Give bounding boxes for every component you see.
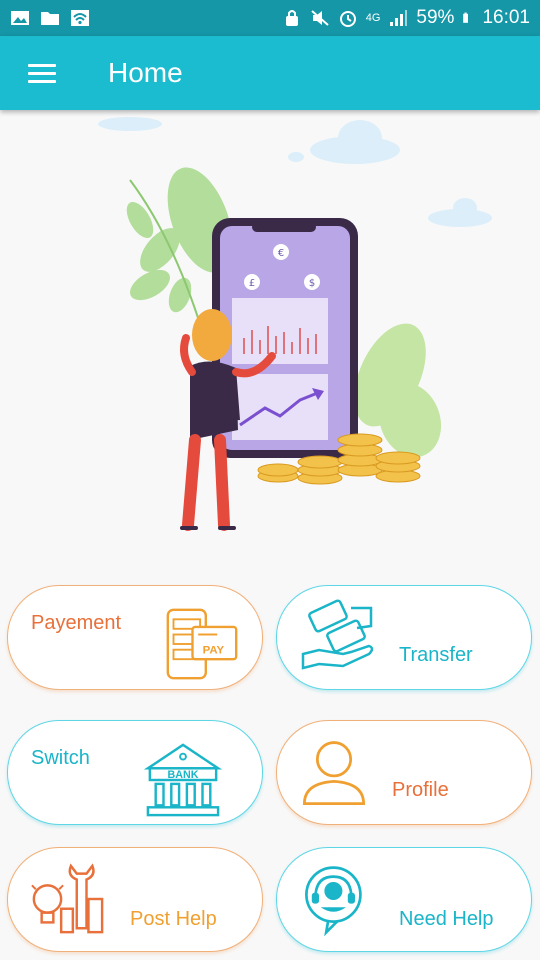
post-help-label: Post Help [130,908,217,930]
switch-label: Switch [31,747,90,769]
clock: 16:01 [482,7,530,28]
page-title: Home [108,57,183,88]
svg-text:£: £ [249,278,255,289]
payment-icon: PAY [166,608,238,680]
gallery-icon [11,11,29,25]
switch-card[interactable]: Switch BANK [7,720,263,825]
payement-card[interactable]: Payement PAY [7,585,263,690]
transfer-card[interactable]: Transfer [276,585,532,690]
menu-icon[interactable] [28,64,56,84]
profile-label: Profile [392,779,449,801]
svg-text:$: $ [309,278,315,289]
svg-text:€: € [278,248,284,259]
status-bar: 4G 59% 16:01 [0,0,540,36]
need-help-label: Need Help [399,908,494,930]
battery-icon [463,12,469,23]
post-help-card[interactable]: Post Help [7,847,263,952]
payment-icon-text: PAY [203,645,225,657]
profile-icon [303,741,365,805]
lock-alarm-icon [285,10,298,26]
folder-icon [41,12,59,25]
support-headset-icon [305,866,362,936]
battery-percent: 59% [416,7,455,28]
wifi-box-icon [71,10,89,26]
network-type: 4G [365,12,381,24]
mute-icon [311,10,329,26]
post-help-icon [31,863,104,934]
transfer-icon [301,599,374,670]
need-help-card[interactable]: Need Help [276,847,532,952]
bank-icon-text: BANK [168,769,199,781]
alarm-icon [339,11,356,27]
signal-icon [390,10,408,26]
app-bar: Home [0,36,540,110]
payement-label: Payement [31,612,122,634]
transfer-label: Transfer [399,644,473,666]
hero-illustration: € £ $ [98,117,492,531]
profile-card[interactable]: Profile [276,720,532,825]
bank-icon: BANK [144,743,222,817]
